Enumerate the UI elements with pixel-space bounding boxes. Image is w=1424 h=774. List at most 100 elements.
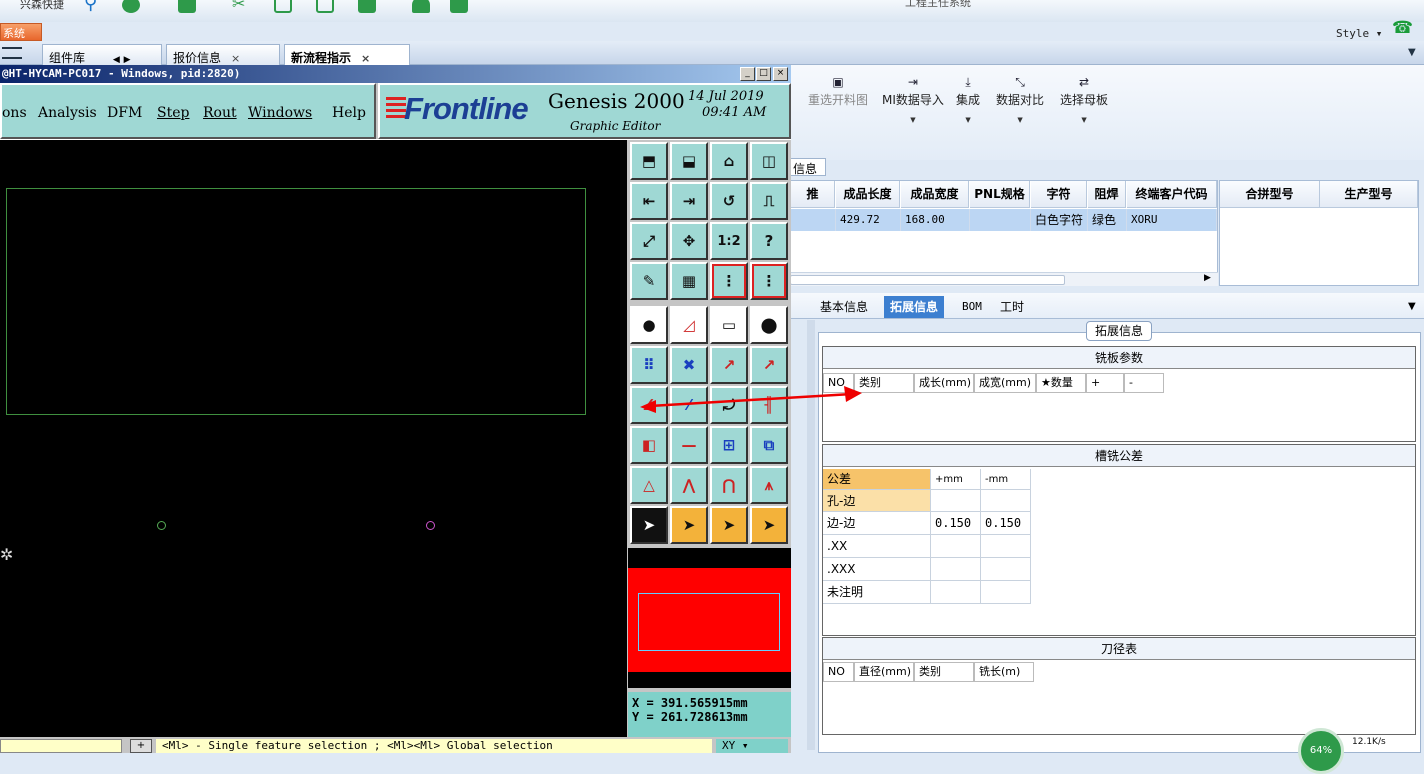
measure-icon[interactable]: ▭ bbox=[710, 306, 748, 344]
quick-access-label[interactable]: 兴森快捷 bbox=[20, 0, 64, 12]
close-icon[interactable]: × bbox=[231, 52, 240, 65]
bridge-icon[interactable]: ⩚ bbox=[750, 466, 788, 504]
column-header[interactable]: 阻焊 bbox=[1088, 181, 1126, 208]
minimize-icon[interactable]: _ bbox=[740, 67, 755, 81]
user-circle-icon[interactable] bbox=[122, 0, 140, 13]
tab-extended-info[interactable]: 拓展信息 bbox=[884, 296, 945, 318]
close-icon[interactable]: × bbox=[773, 67, 788, 81]
column-header[interactable]: 终端客户代码 bbox=[1127, 181, 1217, 208]
connect-icon[interactable]: ⠿ bbox=[630, 346, 668, 384]
minus-value[interactable] bbox=[981, 558, 1031, 581]
network-gauge[interactable]: 64% bbox=[1298, 728, 1344, 774]
scrollbar-thumb[interactable] bbox=[790, 275, 1065, 285]
layout-icon[interactable]: ◫ bbox=[750, 142, 788, 180]
close-icon[interactable]: × bbox=[361, 52, 370, 65]
column-header[interactable]: 推 bbox=[791, 181, 835, 208]
mi-import-button[interactable]: ⇥ MI数据导入 ▼ bbox=[882, 75, 944, 124]
add-pad-icon[interactable]: ● bbox=[630, 306, 668, 344]
arch-icon[interactable]: ⋂ bbox=[710, 466, 748, 504]
copy-icon[interactable]: ↗ bbox=[750, 346, 788, 384]
via-marker[interactable] bbox=[426, 521, 435, 530]
info-tab[interactable]: 信息 bbox=[790, 158, 826, 176]
maximize-icon[interactable]: □ bbox=[756, 67, 771, 81]
add-line-icon[interactable]: ◿ bbox=[670, 306, 708, 344]
menu-analysis[interactable]: Analysis bbox=[38, 105, 97, 121]
palette-icon[interactable]: ✎ bbox=[630, 262, 668, 300]
save-icon[interactable]: ⬓ bbox=[670, 142, 708, 180]
integrate-button[interactable]: ⤓ 集成 ▼ bbox=[956, 75, 980, 124]
table-cell[interactable] bbox=[970, 209, 1031, 231]
undo-icon[interactable]: ↺ bbox=[710, 182, 748, 220]
menu-help[interactable]: Help bbox=[332, 105, 366, 121]
calendar-icon[interactable] bbox=[274, 0, 292, 13]
search-icon[interactable]: ⚲ bbox=[84, 0, 102, 13]
plus-value[interactable] bbox=[931, 581, 981, 604]
home-icon[interactable]: ⌂ bbox=[710, 142, 748, 180]
menu-windows[interactable]: Windows bbox=[248, 105, 312, 121]
dropdown-icon[interactable]: ▼ bbox=[996, 116, 1044, 124]
tab-component-library[interactable]: 组件库 ◀ ▶ bbox=[42, 44, 162, 65]
table-cell[interactable]: 白色字符 bbox=[1031, 209, 1088, 231]
nav-right-icon[interactable]: ▶ bbox=[124, 55, 131, 65]
minus-value[interactable] bbox=[981, 581, 1031, 604]
peak-icon[interactable]: ⋀ bbox=[670, 466, 708, 504]
dropdown-icon[interactable]: ▼ bbox=[1060, 116, 1108, 124]
via-marker[interactable] bbox=[157, 521, 166, 530]
menu-step[interactable]: Step bbox=[157, 105, 189, 121]
expand-icon[interactable]: + bbox=[130, 739, 152, 753]
delete-icon[interactable]: ✖ bbox=[670, 346, 708, 384]
genesis-title-bar[interactable]: @HT-HYCAM-PC017 - Windows, pid:2820) bbox=[0, 65, 791, 83]
minus-value[interactable] bbox=[981, 535, 1031, 558]
dropdown-icon[interactable]: ▼ bbox=[956, 116, 980, 124]
minus-value[interactable]: 0.150 bbox=[981, 512, 1031, 535]
pad-select-icon[interactable]: ⬤ bbox=[750, 306, 788, 344]
overview-panel[interactable] bbox=[628, 548, 791, 688]
import-icon[interactable]: ⇤ bbox=[630, 182, 668, 220]
open-job-icon[interactable]: ⬒ bbox=[630, 142, 668, 180]
column-header[interactable]: 成品长度 bbox=[836, 181, 900, 208]
overview-viewport[interactable] bbox=[638, 593, 780, 651]
select-mother-board-button[interactable]: ⇄ 选择母板 ▼ bbox=[1060, 75, 1108, 124]
minus-value[interactable] bbox=[981, 490, 1031, 512]
select-net-icon[interactable]: ➤ bbox=[750, 506, 788, 544]
board-outline[interactable] bbox=[6, 188, 586, 415]
netlist-icon[interactable]: ⋮ bbox=[750, 262, 788, 300]
system-button[interactable]: 系统 bbox=[0, 23, 42, 41]
person-icon[interactable] bbox=[412, 0, 430, 13]
tab-quote-info[interactable]: 报价信息 × bbox=[166, 44, 280, 65]
plus-value[interactable]: 0.150 bbox=[931, 512, 981, 535]
table-cell[interactable]: 绿色 bbox=[1088, 209, 1127, 231]
plus-value[interactable] bbox=[931, 490, 981, 512]
dimension-icon[interactable]: ⊞ bbox=[710, 426, 748, 464]
column-header[interactable]: 合拼型号 bbox=[1220, 181, 1320, 208]
pointer-icon[interactable]: ➤ bbox=[630, 506, 668, 544]
chevron-down-icon[interactable]: ▼ bbox=[1408, 301, 1416, 312]
column-header[interactable]: 字符 bbox=[1031, 181, 1087, 208]
chart-icon[interactable] bbox=[450, 0, 468, 13]
copy-icon[interactable] bbox=[316, 0, 334, 13]
scissors-icon[interactable]: ✂ bbox=[232, 0, 250, 13]
table-cell[interactable]: 429.72 bbox=[836, 209, 901, 231]
column-header[interactable]: 成品宽度 bbox=[901, 181, 969, 208]
menu-rout[interactable]: Rout bbox=[203, 105, 237, 121]
zoom-icon[interactable]: ✥ bbox=[670, 222, 708, 260]
reselect-cut-button[interactable]: ▣ 重选开料图 bbox=[808, 75, 868, 108]
plus-value[interactable] bbox=[931, 535, 981, 558]
grid-icon[interactable]: ▦ bbox=[670, 262, 708, 300]
phone-icon[interactable]: ☎ bbox=[1392, 18, 1413, 38]
grid-icon[interactable] bbox=[178, 0, 196, 13]
tab-work-hours[interactable]: 工时 bbox=[994, 296, 1030, 318]
plus-value[interactable] bbox=[931, 558, 981, 581]
scale-icon[interactable]: 1:2 bbox=[710, 222, 748, 260]
tab-new-process[interactable]: 新流程指示 × bbox=[284, 44, 410, 65]
scroll-right-icon[interactable]: ▶ bbox=[1204, 273, 1211, 283]
chevron-down-icon[interactable]: ▼ bbox=[1408, 47, 1416, 58]
layers-icon[interactable]: ⋮ bbox=[710, 262, 748, 300]
route-icon[interactable]: ⎍ bbox=[750, 182, 788, 220]
table-cell[interactable] bbox=[791, 209, 836, 231]
style-dropdown[interactable]: Style ▾ bbox=[1336, 27, 1382, 40]
triangle-icon[interactable]: △ bbox=[630, 466, 668, 504]
horizontal-scrollbar[interactable]: ▶ bbox=[790, 272, 1218, 286]
nav-left-icon[interactable]: ◀ bbox=[113, 55, 120, 65]
select-icon[interactable]: ➤ bbox=[670, 506, 708, 544]
